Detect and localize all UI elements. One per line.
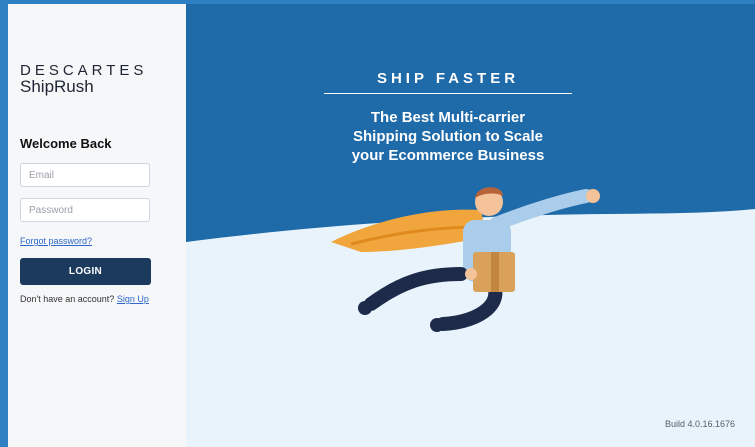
signup-prompt: Don't have an account? (20, 294, 115, 304)
headline-line-1: The Best Multi-carrier (370, 109, 526, 126)
headline: The Best Multi-carrier Shipping Solution… (324, 108, 572, 165)
brand-logo: DESCARTES ShipRush (20, 62, 147, 97)
password-field[interactable] (20, 198, 150, 222)
hero-panel: SHIP FASTER The Best Multi-carrier Shipp… (186, 4, 755, 447)
headline-line-2: Shipping Solution to Scale (353, 128, 543, 145)
hero-heading: SHIP FASTER The Best Multi-carrier Shipp… (324, 70, 572, 165)
welcome-heading: Welcome Back (20, 136, 112, 151)
product-name: ShipRush (20, 77, 94, 96)
signup-link[interactable]: Sign Up (117, 294, 149, 304)
forgot-password-link[interactable]: Forgot password? (20, 236, 92, 246)
headline-line-3: your Ecommerce Business (351, 147, 545, 164)
email-field[interactable] (20, 163, 150, 187)
build-version: Build 4.0.16.1676 (664, 419, 735, 429)
signup-row: Don't have an account? Sign Up (20, 294, 149, 304)
login-button[interactable]: LOGIN (20, 258, 151, 285)
tagline: SHIP FASTER (324, 70, 572, 94)
flying-courier-illustration (331, 187, 600, 332)
